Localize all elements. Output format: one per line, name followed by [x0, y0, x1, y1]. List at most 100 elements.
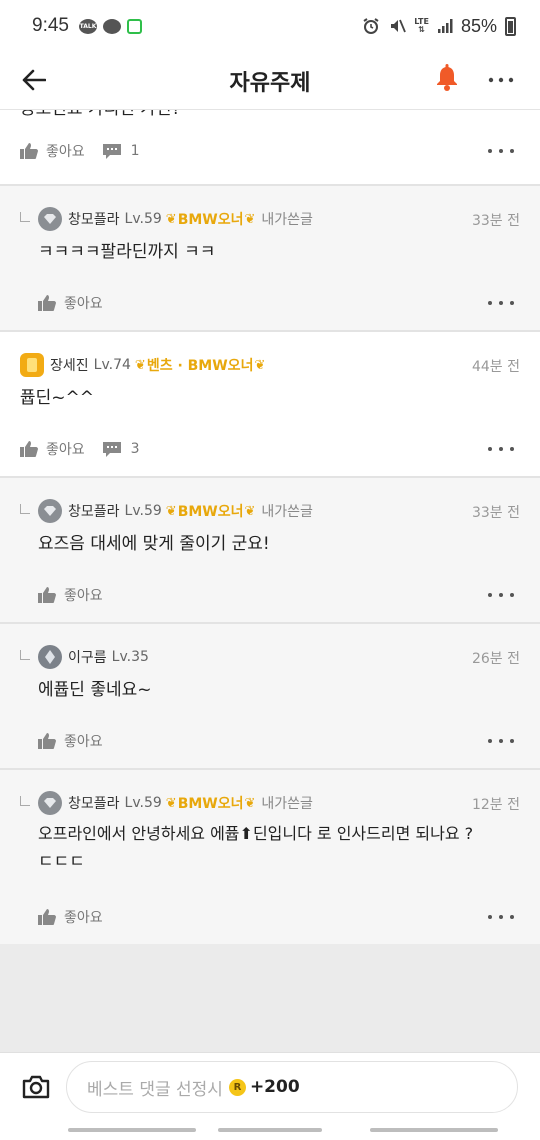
reply-indicator	[20, 504, 30, 514]
point-coin-icon: R	[228, 1078, 246, 1096]
comment-actions: 좋아요	[38, 580, 103, 610]
avatar[interactable]	[20, 353, 44, 377]
comment-time: 33분 전	[471, 505, 520, 521]
talk-notification-icon: TALK	[78, 18, 97, 34]
comment-actions: 좋아요 1	[20, 136, 140, 166]
avatar[interactable]	[38, 645, 62, 669]
nickname[interactable]: 창모플라	[68, 209, 120, 229]
comment-more-button[interactable]	[488, 442, 514, 456]
signal-icon	[437, 19, 453, 33]
thumbs-up-icon[interactable]	[38, 909, 56, 925]
battery-percent: 85%	[460, 15, 497, 36]
like-label[interactable]: 좋아요	[64, 907, 103, 927]
comment-item: 창모플라 Lv.59 ❦ BMW오너 ❦ 내가쓴글 33분 전 ㅋㅋㅋㅋ팔라딘까지 …	[0, 186, 540, 330]
user-level: Lv.35	[111, 649, 149, 665]
laurel-icon: ❦	[244, 211, 256, 227]
thumbs-up-icon[interactable]	[38, 587, 56, 603]
like-label[interactable]: 좋아요	[64, 585, 103, 605]
comment-meta: 장세진 Lv.74 ❦ 벤츠 · BMW오너 ❦	[20, 352, 271, 378]
avatar[interactable]	[38, 499, 62, 523]
like-label[interactable]: 좋아요	[64, 293, 103, 313]
badge-label: BMW오너	[177, 504, 244, 520]
thumbs-up-icon[interactable]	[38, 295, 56, 311]
owner-badge: ❦ BMW오너 ❦	[166, 501, 256, 521]
nav-recents-handle[interactable]	[68, 1128, 196, 1132]
comment-time: 26분 전	[471, 651, 520, 667]
comment-actions: 좋아요	[38, 288, 103, 318]
reply-count-value: 1	[130, 143, 140, 159]
status-bar: 9:45 TALK LTE ⇅ 85%	[0, 0, 540, 52]
comment-body: 퓹딘~^^	[20, 384, 94, 412]
reply-count[interactable]: 1	[102, 143, 140, 159]
notification-icons: TALK	[78, 18, 142, 34]
camera-button[interactable]	[22, 1075, 50, 1099]
app-notification-icon	[126, 18, 142, 34]
chat-bubble-icon	[102, 144, 121, 159]
more-icon	[488, 77, 514, 83]
owner-badge: ❦ BMW오너 ❦	[166, 793, 256, 813]
avatar[interactable]	[38, 791, 62, 815]
thumbs-up-icon[interactable]	[20, 441, 38, 457]
comment-input[interactable]: 베스트 댓글 선정시 R +200	[66, 1061, 518, 1113]
top-comment-actions: 좋아요 1	[0, 134, 540, 168]
like-label[interactable]: 좋아요	[46, 141, 85, 161]
like-label[interactable]: 좋아요	[46, 439, 85, 459]
thumbs-up-icon[interactable]	[20, 143, 38, 159]
laurel-icon: ❦	[254, 357, 266, 373]
comment-body: 에퓹딘 좋네요~	[38, 676, 152, 704]
author-tag: 내가쓴글	[261, 504, 313, 520]
laurel-icon: ❦	[165, 503, 177, 519]
comment-more-button[interactable]	[488, 588, 514, 602]
user-level: Lv.74	[93, 357, 131, 373]
laurel-icon: ❦	[244, 503, 256, 519]
comment-time: 44분 전	[471, 359, 520, 375]
comment-body: 요즈음 대세에 맞게 줄이기 군요!	[38, 530, 270, 558]
owner-badge: ❦ 벤츠 · BMW오너 ❦	[135, 355, 265, 375]
back-arrow-icon	[22, 69, 46, 91]
nickname[interactable]: 창모플라	[68, 501, 120, 521]
bell-icon	[437, 64, 457, 91]
back-button[interactable]	[16, 62, 52, 98]
comment-more-button[interactable]	[488, 734, 514, 748]
comment-input-bar: 베스트 댓글 선정시 R +200	[0, 1052, 540, 1140]
camera-icon	[22, 1075, 50, 1099]
comment-meta: 이구름 Lv.35	[38, 644, 153, 670]
comment-more-button[interactable]	[488, 910, 514, 924]
reply-count[interactable]: 3	[102, 441, 140, 457]
comment-item: 창모플라 Lv.59 ❦ BMW오너 ❦ 내가쓴글 12분 전 오프라인에서 안녕하…	[0, 770, 540, 944]
avatar[interactable]	[38, 207, 62, 231]
header-more-button[interactable]	[486, 68, 516, 92]
nickname[interactable]: 창모플라	[68, 793, 120, 813]
comment-meta: 창모플라 Lv.59 ❦ BMW오너 ❦ 내가쓴글	[38, 206, 313, 232]
thumbs-up-icon[interactable]	[38, 733, 56, 749]
like-label[interactable]: 좋아요	[64, 731, 103, 751]
nav-home-handle[interactable]	[218, 1128, 322, 1132]
author-tag: 내가쓴글	[261, 212, 313, 228]
cutoff-comment-text: 공소인요 가리면 가면?	[20, 110, 181, 119]
screen: 9:45 TALK LTE ⇅ 85% 자유주제 좋아요 1 창모플라 Lv.5…	[0, 0, 540, 1140]
comment-actions: 좋아요	[38, 902, 103, 932]
notification-button[interactable]	[435, 64, 465, 96]
point-reward: +200	[249, 1077, 300, 1097]
comment-meta: 창모플라 Lv.59 ❦ BMW오너 ❦ 내가쓴글	[38, 790, 313, 816]
battery-icon	[505, 16, 516, 36]
list-end-area	[0, 944, 540, 1052]
comment-text: ㅋㅋㅋㅋ팔라딘까지 ㅋㅋ	[38, 242, 216, 262]
comment-list: 공소인요 가리면 가면? 좋아요 1 창모플라 Lv.59 ❦BMW오너❦ 내가…	[0, 110, 540, 944]
chat-bubble-icon	[102, 442, 121, 457]
laurel-icon: ❦	[165, 795, 177, 811]
comment-more-button[interactable]	[488, 296, 514, 310]
nav-back-handle[interactable]	[370, 1128, 498, 1132]
comment-body: 오프라인에서 안녕하세요 에퓹⬆딘입니다 로 인사드리면 되나요 ? ㄷㄷㄷ	[38, 820, 518, 876]
comment-body: ㅋㅋㅋㅋ팔라딘까지 ㅋㅋ	[38, 238, 215, 266]
reply-indicator	[20, 212, 30, 222]
nickname[interactable]: 이구름	[68, 647, 107, 667]
laurel-icon: ❦	[134, 357, 146, 373]
reply-indicator	[20, 796, 30, 806]
nickname[interactable]: 장세진	[50, 355, 89, 375]
comment-more-button[interactable]	[488, 144, 514, 158]
user-level: Lv.59	[124, 211, 162, 227]
mute-icon	[391, 19, 407, 33]
comment-meta: 창모플라 Lv.59 ❦ BMW오너 ❦ 내가쓴글	[38, 498, 313, 524]
comment-item: 이구름 Lv.35 26분 전 에퓹딘 좋네요~ 좋아요	[0, 624, 540, 768]
